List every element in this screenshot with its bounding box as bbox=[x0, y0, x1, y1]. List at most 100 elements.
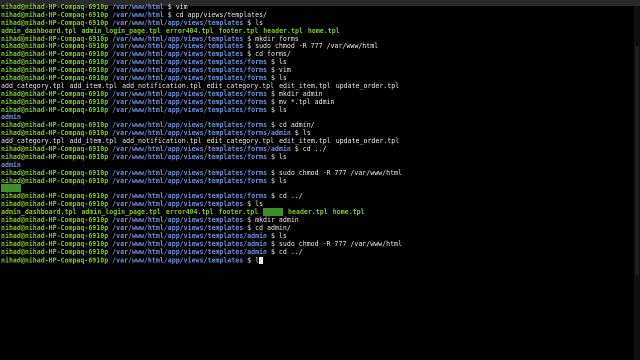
file-entry: add_item.tpl bbox=[69, 81, 118, 90]
command-text: ls bbox=[278, 152, 287, 161]
prompt-dollar: $ bbox=[290, 145, 303, 154]
prompt-dollar: $ bbox=[267, 192, 279, 201]
command-text: ls bbox=[278, 58, 287, 67]
prompt-user-host: nihad@nihad-HP-Compaq-6910p bbox=[1, 239, 109, 248]
prompt-user-host: nihad@nihad-HP-Compaq-6910p bbox=[1, 42, 109, 51]
file-entry: home.tpl bbox=[307, 26, 340, 35]
file-entry: admin_login_page.tpl bbox=[81, 26, 161, 35]
file-entry: update_order.tpl bbox=[335, 81, 400, 90]
prompt-user-host: nihad@nihad-HP-Compaq-6910p bbox=[1, 89, 109, 98]
prompt-dollar: $ bbox=[267, 97, 279, 106]
file-entry: footer.tpl bbox=[218, 26, 259, 35]
prompt-user-host: nihad@nihad-HP-Compaq-6910p bbox=[1, 121, 109, 130]
file-entry: update_order.tpl bbox=[335, 137, 400, 146]
prompt-dollar: $ bbox=[243, 216, 256, 225]
prompt-path: /var/www/html/app/views/templates/forms bbox=[112, 66, 267, 75]
prompt-user-host: nihad@nihad-HP-Compaq-6910p bbox=[1, 97, 109, 106]
prompt-dollar: $ bbox=[267, 247, 279, 256]
prompt-line: nihad@nihad-HP-Compaq-6910p /var/www/htm… bbox=[1, 105, 626, 115]
prompt-line: nihad@nihad-HP-Compaq-6910p /var/www/htm… bbox=[1, 176, 626, 186]
command-text: ls bbox=[278, 74, 287, 83]
prompt-path: /var/www/html bbox=[112, 3, 164, 11]
command-text: ls bbox=[255, 18, 264, 27]
prompt-user-host: nihad@nihad-HP-Compaq-6910p bbox=[1, 34, 109, 43]
prompt-user-host: nihad@nihad-HP-Compaq-6910p bbox=[1, 10, 109, 19]
prompt-path: /var/www/html/app/views/templates/forms bbox=[112, 176, 267, 185]
prompt-user-host: nihad@nihad-HP-Compaq-6910p bbox=[1, 152, 109, 161]
prompt-path: /var/www/html/app/views/templates/forms/… bbox=[112, 145, 291, 154]
prompt-dollar: $ bbox=[243, 18, 256, 27]
file-entry: header.tpl bbox=[288, 208, 328, 217]
file-entry: add_notification.tpl bbox=[122, 81, 202, 90]
command-text: cd ../ bbox=[302, 145, 327, 154]
command-text: cd admin/ bbox=[278, 121, 315, 130]
command-text: mkdir forms bbox=[255, 34, 299, 43]
prompt-dollar: $ bbox=[243, 50, 256, 59]
prompt-user-host: nihad@nihad-HP-Compaq-6910p bbox=[1, 200, 109, 209]
prompt-dollar: $ bbox=[267, 168, 279, 177]
prompt-user-host: nihad@nihad-HP-Compaq-6910p bbox=[1, 231, 109, 240]
prompt-user-host: nihad@nihad-HP-Compaq-6910p bbox=[1, 3, 109, 11]
prompt-path: /var/www/html/app/views/templates/forms bbox=[112, 192, 267, 201]
file-entry: error404.tpl bbox=[165, 26, 214, 35]
prompt-dollar: $ bbox=[243, 200, 256, 209]
prompt-path: /var/www/html/app/views/templates/admin bbox=[112, 247, 267, 256]
prompt-dollar: $ bbox=[290, 129, 303, 138]
prompt-user-host: nihad@nihad-HP-Compaq-6910p bbox=[1, 176, 109, 185]
prompt-user-host: nihad@nihad-HP-Compaq-6910p bbox=[1, 50, 109, 59]
command-text: vim bbox=[278, 66, 291, 75]
file-entry: admin_dashboard.tpl bbox=[1, 208, 77, 217]
command-text: ls bbox=[255, 200, 264, 209]
command-text: ls bbox=[302, 129, 311, 138]
file-entry: add_category.tpl bbox=[1, 81, 65, 90]
command-text: vim bbox=[175, 3, 188, 11]
prompt-path: /var/www/html/app/views/templates/forms/… bbox=[112, 129, 291, 138]
prompt-path: /var/www/html/app/views/templates/admin bbox=[112, 239, 267, 248]
scrollbar-thumb[interactable] bbox=[635, 46, 639, 276]
prompt-path: /var/www/html/app/views/templates/forms bbox=[112, 121, 267, 130]
command-text: cd forms/ bbox=[255, 50, 291, 59]
prompt-user-host: nihad@nihad-HP-Compaq-6910p bbox=[1, 256, 109, 264]
prompt-dollar: $ bbox=[243, 223, 256, 232]
file-entry: header.tpl bbox=[263, 26, 303, 35]
prompt-dollar: $ bbox=[267, 105, 279, 114]
prompt-user-host: nihad@nihad-HP-Compaq-6910p bbox=[1, 74, 109, 83]
command-text: sudo chmod -R 777 /var/www/html bbox=[278, 168, 402, 177]
terminal-window[interactable]: nihad@nihad-HP-Compaq-6910p /var/www/htm… bbox=[0, 0, 640, 360]
prompt-user-host: nihad@nihad-HP-Compaq-6910p bbox=[1, 168, 109, 177]
prompt-dollar: $ bbox=[243, 256, 256, 264]
prompt-path: /var/www/html/app/views/templates/forms bbox=[112, 105, 267, 114]
prompt-dollar: $ bbox=[243, 42, 256, 51]
command-text: ls bbox=[278, 231, 287, 240]
prompt-path: /var/www/html/app/views/templates bbox=[112, 42, 244, 51]
prompt-path: /var/www/html/app/views/templates bbox=[112, 256, 244, 264]
file-entry: add_notification.tpl bbox=[122, 137, 202, 146]
command-text: ls bbox=[278, 105, 287, 114]
prompt-path: /var/www/html/app/views/templates bbox=[112, 216, 244, 225]
text-cursor[interactable] bbox=[259, 256, 264, 264]
file-entry: edit_category.tpl bbox=[206, 137, 275, 146]
prompt-path: /var/www/html/app/views/templates bbox=[112, 50, 244, 59]
prompt-line: nihad@nihad-HP-Compaq-6910p /var/www/htm… bbox=[1, 256, 626, 265]
prompt-dollar: $ bbox=[267, 231, 279, 240]
prompt-user-host: nihad@nihad-HP-Compaq-6910p bbox=[1, 66, 109, 75]
prompt-path: /var/www/html/app/views/templates/forms bbox=[112, 152, 267, 161]
prompt-dollar: $ bbox=[243, 34, 256, 43]
prompt-path: /var/www/html bbox=[112, 10, 164, 19]
prompt-dollar: $ bbox=[267, 121, 279, 130]
prompt-path: /var/www/html/app/views/templates/forms bbox=[112, 97, 267, 106]
prompt-dollar: $ bbox=[267, 239, 279, 248]
prompt-path: /var/www/html/app/views/templates bbox=[112, 223, 244, 232]
command-text: mkdir admin bbox=[278, 89, 323, 98]
scrollbar[interactable] bbox=[634, 6, 640, 360]
prompt-path: /var/www/html/app/views/templates/forms bbox=[112, 168, 267, 177]
command-text: sudo chmod -R 777 /var/www/html bbox=[255, 42, 379, 51]
prompt-dollar: $ bbox=[163, 10, 176, 19]
prompt-path: /var/www/html/app/views/templates/forms bbox=[112, 89, 267, 98]
command-text: sudo chmod -R 777 /var/www/html bbox=[278, 239, 402, 248]
file-entry: error404.tpl bbox=[165, 208, 214, 217]
file-entry: home.tpl bbox=[332, 208, 365, 217]
prompt-user-host: nihad@nihad-HP-Compaq-6910p bbox=[1, 129, 109, 138]
prompt-path: /var/www/html/app/views/templates bbox=[112, 200, 244, 209]
terminal-output[interactable]: nihad@nihad-HP-Compaq-6910p /var/www/htm… bbox=[1, 3, 626, 265]
